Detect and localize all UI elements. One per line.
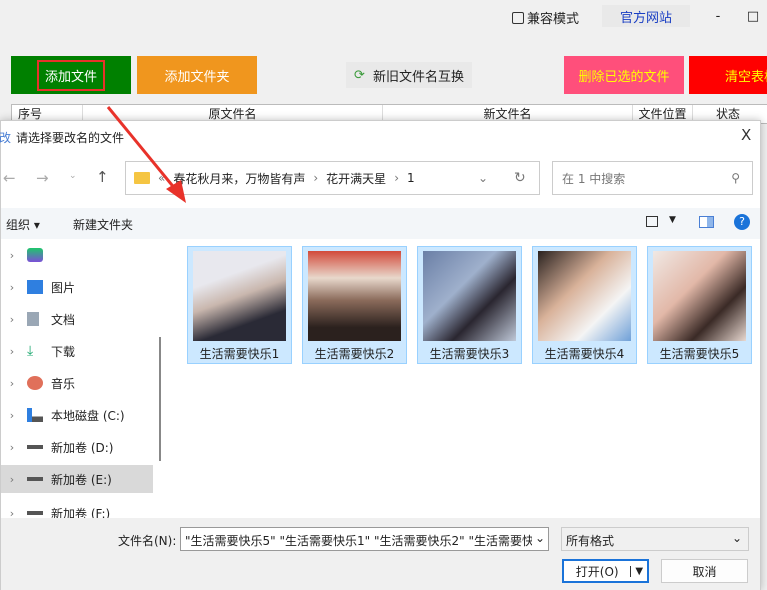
red-arrow-annotation [106,106,186,203]
arrow-shaft [106,106,178,191]
